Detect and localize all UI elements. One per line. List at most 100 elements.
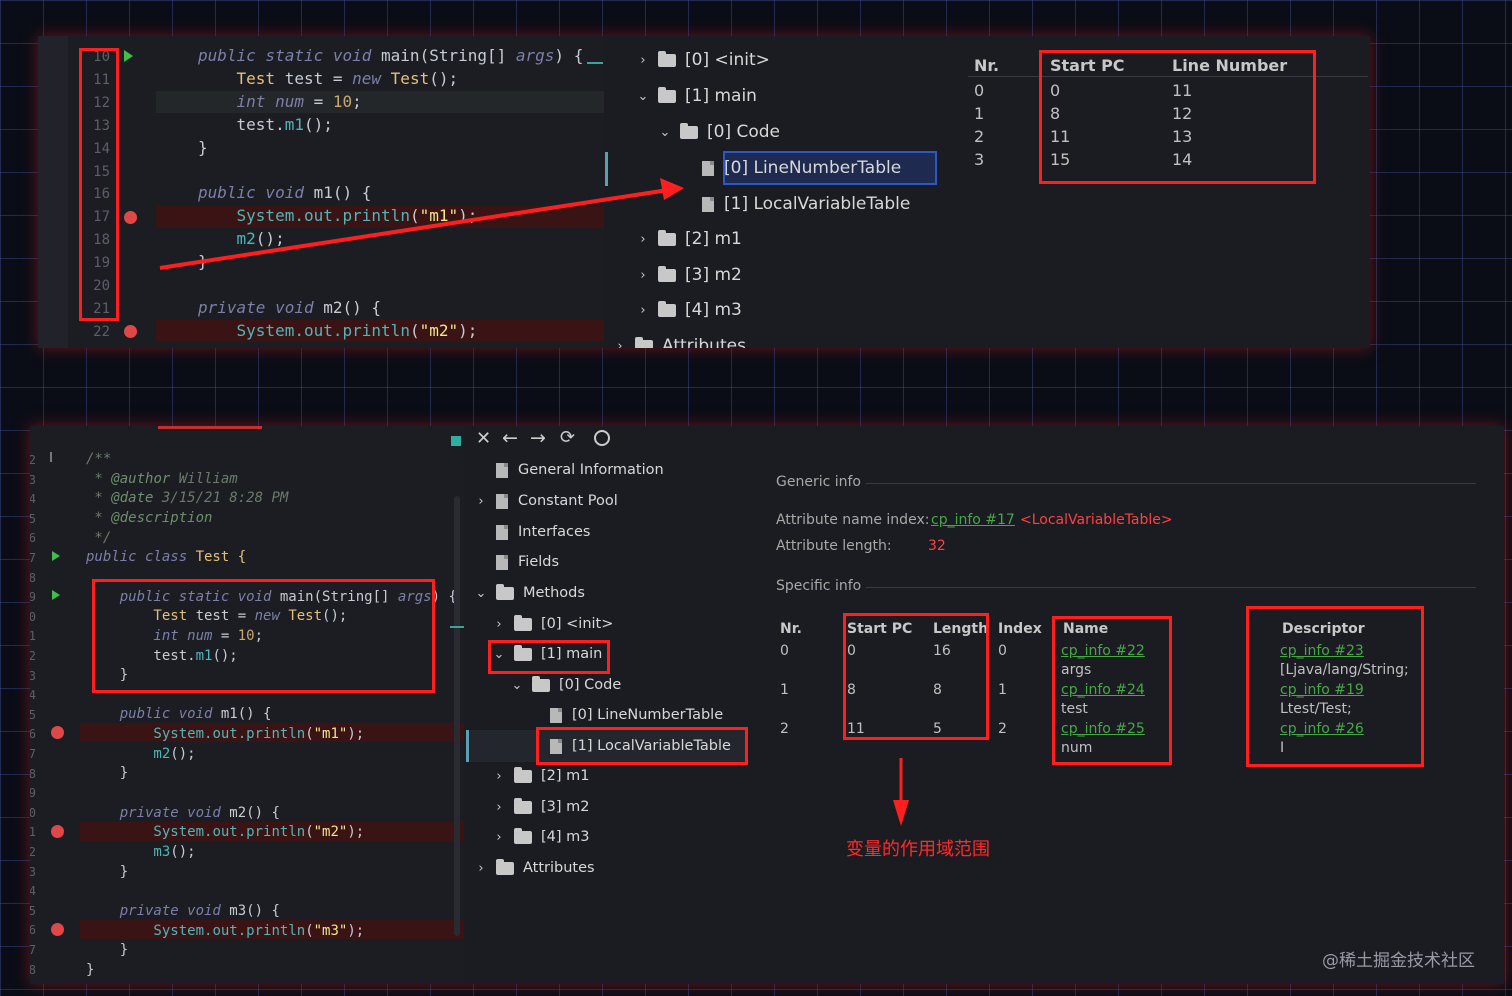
chevron-right-icon[interactable]: › <box>636 303 650 318</box>
chevron-down-icon[interactable]: ⌄ <box>474 586 488 601</box>
chevron-down-icon[interactable]: ⌄ <box>636 89 650 104</box>
tree-item[interactable]: [1] LocalVariableTable <box>680 194 910 214</box>
code-token: } <box>86 863 129 880</box>
run-main-arrow-icon[interactable] <box>52 590 60 600</box>
breakpoint-icon[interactable] <box>51 726 64 739</box>
code-token: . <box>237 922 247 939</box>
folder-icon <box>514 614 532 631</box>
tree-item-label: [0] <init> <box>685 50 770 70</box>
chevron-right-icon[interactable]: › <box>492 830 506 845</box>
code-token: ( <box>305 922 314 939</box>
code-line: * @author William <box>86 470 237 487</box>
tree-item[interactable]: › Attributes <box>474 858 595 876</box>
forward-arrow-icon[interactable]: → <box>530 427 546 449</box>
tree-item-label: General Information <box>518 462 664 478</box>
globe-icon[interactable] <box>594 430 610 446</box>
chevron-right-icon[interactable]: › <box>474 861 488 876</box>
chevron-down-icon[interactable]: ⌄ <box>492 647 506 662</box>
code-token: out <box>212 922 238 939</box>
refresh-icon[interactable]: ⟳ <box>560 427 575 448</box>
table-cell: 0 <box>998 643 1007 659</box>
line-number: 3 <box>30 864 36 879</box>
tree-item[interactable]: ⌄ [1] main <box>492 644 603 662</box>
generic-info-title: Generic info <box>776 474 861 490</box>
run-class-arrow-icon[interactable] <box>52 551 60 561</box>
line-number: 9 <box>30 982 36 984</box>
structure-icon[interactable] <box>50 452 64 462</box>
breakpoint-icon[interactable] <box>51 825 64 838</box>
folder-icon <box>514 766 532 783</box>
chevron-right-icon[interactable]: › <box>636 232 650 247</box>
chevron-right-icon[interactable]: › <box>492 617 506 632</box>
tree-item[interactable]: › [3] m2 <box>636 265 741 285</box>
attr-name-label: Attribute name index: <box>776 512 930 528</box>
tree-item-label: [0] <init> <box>541 616 614 632</box>
viewer-toolbar: ✕ ← → ⟳ <box>450 426 750 454</box>
tree-item-label: [1] main <box>541 646 603 662</box>
close-icon[interactable]: ✕ <box>476 428 491 449</box>
bottom-code-editor: 2 3 4 5 6 7 8 9 0 1 2 3 4 5 6 7 8 9 0 1 2 3 4 5 6 7 8 9 /** * @auth… <box>30 426 464 984</box>
back-arrow-icon[interactable]: ← <box>502 427 518 449</box>
tree-item[interactable]: ⌄ [1] main <box>636 86 757 106</box>
code-token: (); <box>170 844 196 860</box>
breakpoint-icon[interactable] <box>51 923 64 936</box>
tree-item[interactable]: › [0] <init> <box>492 614 614 632</box>
tree-item[interactable]: › Attributes <box>613 336 746 348</box>
tree-item-label: [0] Code <box>707 122 781 142</box>
code-token: @author <box>111 470 179 487</box>
tree-item[interactable]: ⌄ Methods <box>474 583 585 601</box>
chevron-down-icon[interactable]: ⌄ <box>658 125 672 140</box>
code-token: * <box>86 490 112 507</box>
tree-item[interactable]: [1] LocalVariableTable <box>528 738 731 754</box>
tree-item-label: [1] LocalVariableTable <box>572 738 731 754</box>
tree-item[interactable]: › Constant Pool <box>474 493 617 509</box>
attr-name-value: <LocalVariableTable> <box>1020 512 1173 528</box>
tree-item[interactable]: ⌄ [0] Code <box>658 122 780 142</box>
code-token: } <box>86 765 129 782</box>
code-line: m2(); <box>86 746 195 762</box>
code-token: */ <box>86 529 112 546</box>
line-number: 2 <box>30 453 36 467</box>
tree-item[interactable]: ⌄ [0] Code <box>510 675 621 693</box>
tree-item-label: [4] m3 <box>685 300 742 320</box>
line-number: 5 <box>30 903 36 918</box>
tree-item-label: [1] LocalVariableTable <box>724 194 911 214</box>
down-arrow-annotation <box>893 758 909 826</box>
stop-icon[interactable] <box>451 436 461 446</box>
tree-item[interactable]: › [3] m2 <box>492 797 590 815</box>
tree-item[interactable]: Fields <box>474 554 559 570</box>
tree-item[interactable]: [0] LineNumberTable <box>680 158 901 178</box>
attr-name-link[interactable]: cp_info #17 <box>931 512 1015 528</box>
code-token: public void <box>86 706 221 723</box>
chevron-right-icon[interactable]: › <box>492 800 506 815</box>
chevron-right-icon[interactable]: › <box>474 494 488 509</box>
tree-item[interactable]: › [2] m1 <box>492 766 590 784</box>
line-number: 0 <box>30 805 36 820</box>
chevron-right-icon[interactable]: › <box>636 53 650 68</box>
tree-item-label: [2] m1 <box>685 229 742 249</box>
tree-item[interactable]: › [4] m3 <box>492 827 590 845</box>
chevron-down-icon[interactable]: ⌄ <box>510 678 524 693</box>
tree-item[interactable]: [0] LineNumberTable <box>528 707 723 723</box>
code-token: . <box>237 726 247 743</box>
code-line: public class Test { <box>86 549 246 565</box>
tree-item[interactable]: › [4] m3 <box>636 300 742 320</box>
tree-item[interactable]: Interfaces <box>474 524 590 540</box>
code-line: private void m2() { <box>86 805 280 821</box>
tree-item[interactable]: › [2] m1 <box>636 229 742 249</box>
chevron-right-icon[interactable]: › <box>636 268 650 283</box>
tree-item[interactable]: General Information <box>474 462 664 478</box>
code-token: m2() { <box>229 804 280 821</box>
chevron-right-icon[interactable]: › <box>613 339 627 349</box>
code-token: /** <box>86 451 112 467</box>
file-icon <box>496 524 508 540</box>
table-cell: 1 <box>780 682 789 698</box>
editor-scrollbar[interactable] <box>454 496 460 936</box>
file-icon <box>496 462 508 478</box>
code-token: Test { <box>195 549 247 566</box>
chevron-right-icon[interactable]: › <box>492 769 506 784</box>
file-icon <box>702 160 714 176</box>
line-number: 4 <box>30 688 36 703</box>
tree-item-label: [0] LineNumberTable <box>724 158 902 178</box>
tree-item[interactable]: › [0] <init> <box>636 50 770 70</box>
